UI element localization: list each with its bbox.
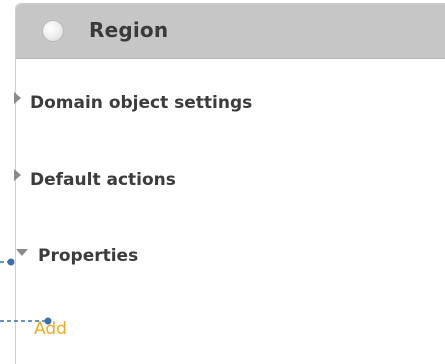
add-link[interactable]: Add <box>34 319 67 339</box>
section-default-actions[interactable]: Default actions <box>14 167 176 193</box>
radio-circle-icon[interactable] <box>42 20 64 42</box>
section-properties[interactable]: Properties <box>16 243 138 269</box>
caret-right-icon <box>14 169 21 181</box>
panel-header: Region <box>16 4 445 59</box>
caret-down-icon <box>16 248 28 256</box>
connector-dot-properties <box>7 258 15 266</box>
panel-title: Region <box>89 18 169 42</box>
section-label: Properties <box>38 246 139 266</box>
section-label: Default actions <box>30 170 176 190</box>
canvas: Region Domain object settings Default ac… <box>0 0 445 364</box>
section-domain-object-settings[interactable]: Domain object settings <box>14 90 252 116</box>
caret-right-icon <box>14 92 21 104</box>
section-label: Domain object settings <box>30 93 253 113</box>
